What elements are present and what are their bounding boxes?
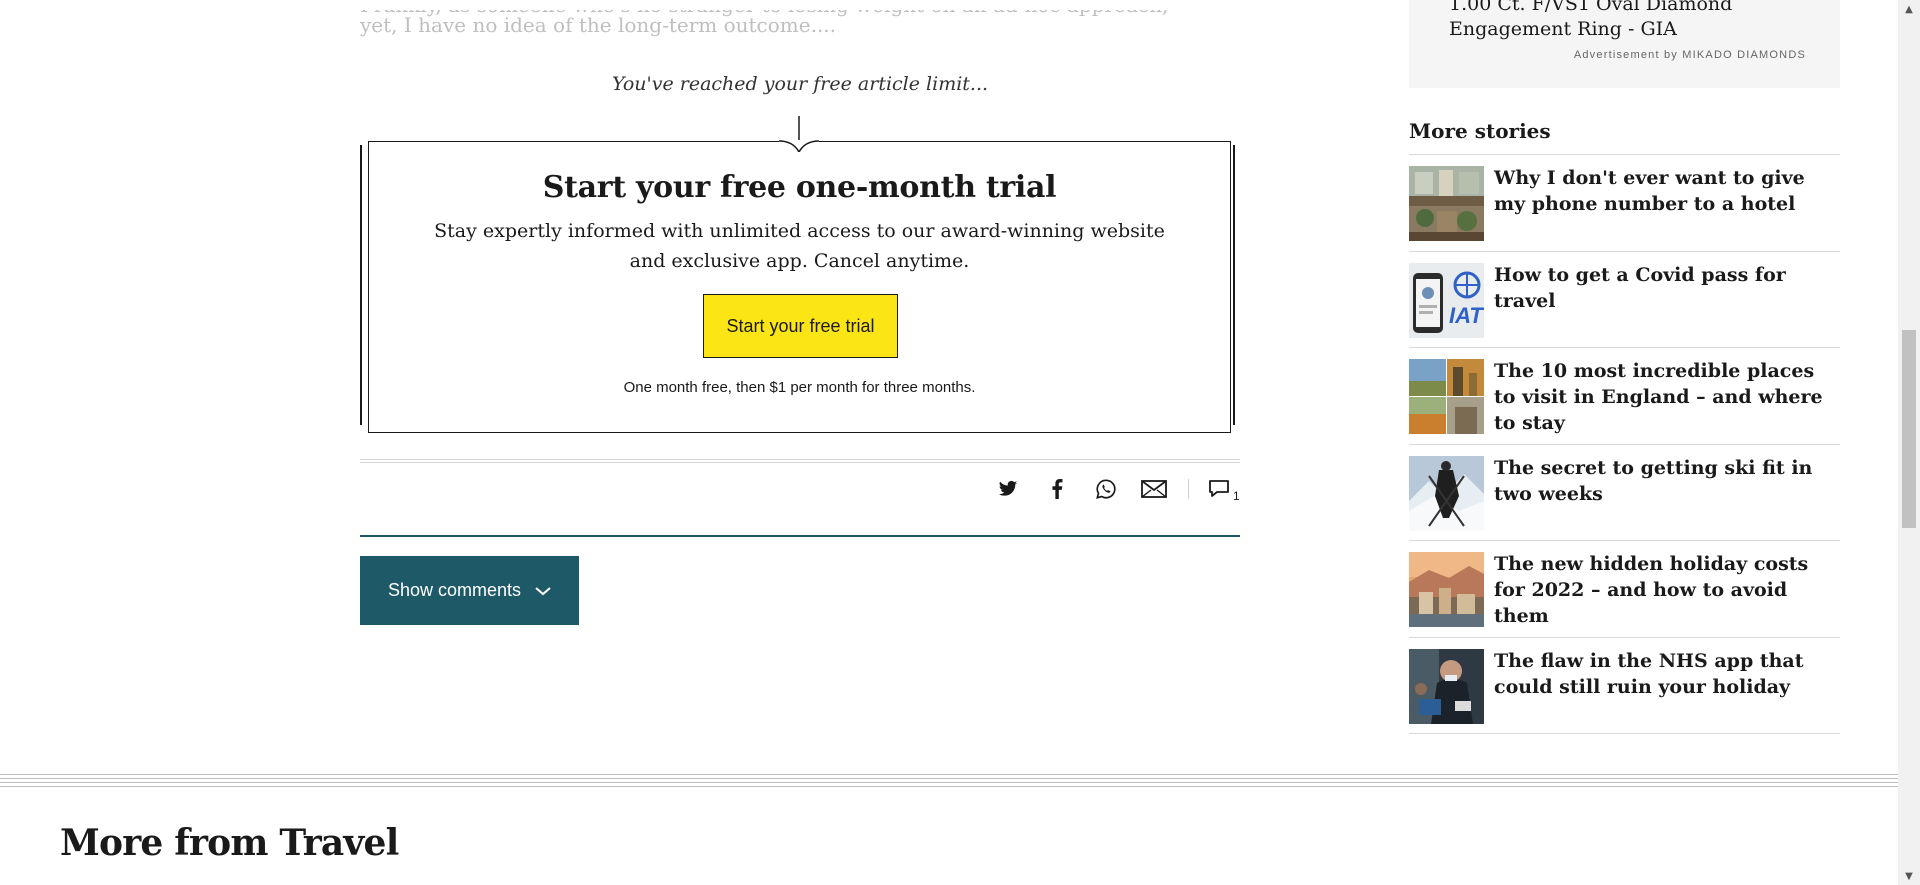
comment-icon[interactable] <box>1205 475 1233 503</box>
story-title[interactable]: The new hidden holiday costs for 2022 – … <box>1494 551 1840 629</box>
ad-title[interactable]: 1.00 Ct. F/VS1 Oval Diamond Engagement R… <box>1449 0 1829 42</box>
paywall-heading: Start your free one-month trial <box>542 170 1057 205</box>
story-item[interactable]: The flaw in the NHS app that could still… <box>1409 638 1840 734</box>
show-comments-button[interactable]: Show comments <box>360 556 579 625</box>
scroll-down-arrow-icon[interactable]: ▼ <box>1902 869 1916 883</box>
story-thumbnail[interactable] <box>1409 166 1484 241</box>
share-separator <box>1188 479 1189 499</box>
story-title[interactable]: Why I don't ever want to give my phone n… <box>1494 165 1840 217</box>
story-title[interactable]: The 10 most incredible places to visit i… <box>1494 358 1840 436</box>
twitter-icon[interactable] <box>994 475 1022 503</box>
article-faded-line-2: yet, I have no idea of the long-term out… <box>360 13 837 37</box>
paywall-left-rule <box>360 145 363 425</box>
story-item[interactable]: IAT How to get a Covid pass for travel <box>1409 252 1840 348</box>
whatsapp-icon[interactable] <box>1092 475 1120 503</box>
paywall-notch <box>779 116 819 152</box>
more-stories-heading: More stories <box>1409 119 1551 143</box>
share-bar: 1 <box>360 475 1240 505</box>
scrollbar-thumb[interactable] <box>1902 330 1916 528</box>
share-bar-underline <box>360 535 1240 537</box>
chevron-down-icon <box>535 586 551 595</box>
ad-credit: Advertisement by MIKADO DIAMONDS <box>1573 49 1806 61</box>
story-title[interactable]: How to get a Covid pass for travel <box>1494 262 1840 314</box>
more-stories-list: Why I don't ever want to give my phone n… <box>1409 154 1840 734</box>
show-comments-label: Show comments <box>387 580 522 600</box>
story-thumbnail[interactable] <box>1409 552 1484 627</box>
article-limit-note: You've reached your free article limit..… <box>611 73 989 95</box>
story-title[interactable]: The secret to getting ski fit in two wee… <box>1494 455 1840 507</box>
svg-text:IAT: IAT <box>1449 303 1484 328</box>
start-free-trial-button[interactable]: Start your free trial <box>703 294 898 358</box>
paywall-box: Start your free one-month trial Stay exp… <box>368 141 1231 433</box>
story-thumbnail[interactable]: IAT <box>1409 262 1484 338</box>
story-item[interactable]: Why I don't ever want to give my phone n… <box>1409 155 1840 252</box>
story-item[interactable]: The new hidden holiday costs for 2022 – … <box>1409 541 1840 638</box>
sidebar-advertisement[interactable]: 1.00 Ct. F/VS1 Oval Diamond Engagement R… <box>1409 0 1840 88</box>
story-thumbnail[interactable] <box>1409 455 1484 531</box>
story-thumbnail[interactable] <box>1409 648 1484 724</box>
story-item[interactable]: The 10 most incredible places to visit i… <box>1409 348 1840 445</box>
email-icon[interactable] <box>1140 475 1168 503</box>
article-faded-text: Frankly, as someone who's no stranger to… <box>360 10 1240 44</box>
more-from-travel-heading: More from Travel <box>60 822 399 864</box>
paywall-right-rule <box>1233 145 1236 425</box>
paywall-fine-print: One month free, then $1 per month for th… <box>623 379 976 396</box>
article-divider <box>360 459 1240 463</box>
story-thumbnail[interactable] <box>1409 359 1484 434</box>
section-divider <box>0 774 1898 790</box>
story-item[interactable]: The secret to getting ski fit in two wee… <box>1409 445 1840 541</box>
story-title[interactable]: The flaw in the NHS app that could still… <box>1494 648 1840 700</box>
facebook-icon[interactable] <box>1043 475 1071 503</box>
scroll-up-arrow-icon[interactable]: ▲ <box>1902 2 1916 16</box>
paywall-description: Stay expertly informed with unlimited ac… <box>434 220 1165 272</box>
comment-count[interactable]: 1 <box>1233 489 1240 503</box>
